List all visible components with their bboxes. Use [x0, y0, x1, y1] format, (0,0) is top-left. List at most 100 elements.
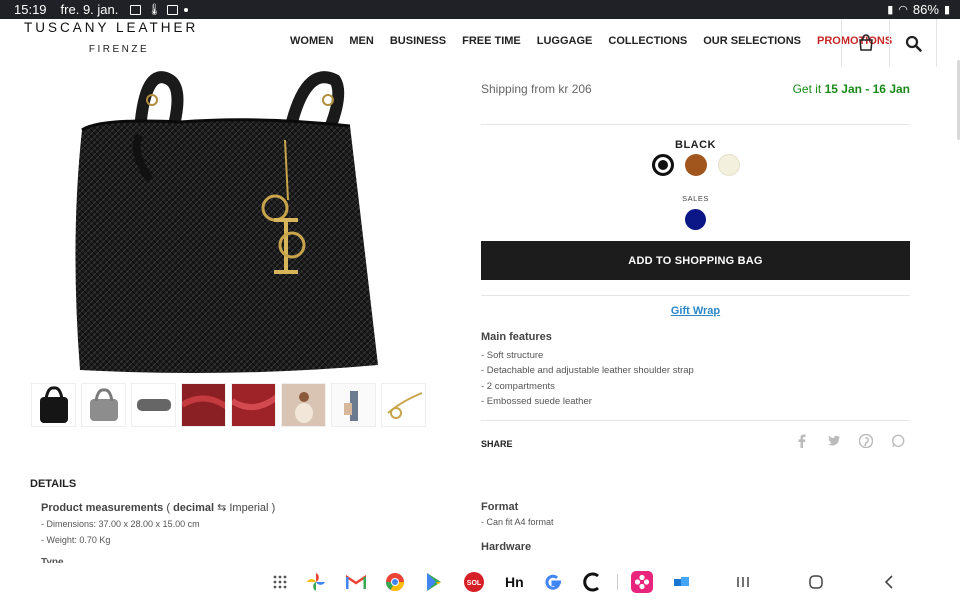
brand-logo[interactable]: TUSCANY LEATHER FIRENZE [24, 20, 214, 55]
nav-our-selections[interactable]: OUR SELECTIONS [703, 35, 801, 47]
main-nav: WOMEN MEN BUSINESS FREE TIME LUGGAGE COL… [290, 35, 892, 47]
battery-saver-icon: ▮ [887, 4, 894, 16]
swatch-black[interactable] [652, 154, 674, 176]
unit-imperial-option[interactable]: Imperial [229, 502, 268, 514]
swap-units-icon[interactable]: ⇆ [217, 502, 229, 514]
format-list: - Can fit A4 format [481, 517, 554, 527]
selected-color-label: BLACK [675, 139, 716, 151]
facebook-icon[interactable] [795, 434, 809, 448]
nav-free-time[interactable]: FREE TIME [462, 35, 521, 47]
divider [481, 420, 910, 421]
twitter-icon[interactable] [827, 434, 841, 448]
battery-icon: ▮ [943, 4, 950, 16]
format-title: Format [481, 501, 519, 513]
thumbnail-model [282, 384, 325, 426]
calendar-notification-icon [167, 4, 179, 15]
thumbnail-grey-bag [89, 388, 118, 421]
thumbnail-strip [31, 383, 426, 427]
thumbnail-8[interactable] [381, 383, 426, 427]
svg-text:SOL: SOL [467, 580, 482, 587]
shopping-bag-icon [858, 34, 873, 51]
thumbnail-side-view [136, 399, 171, 411]
format-item: - Can fit A4 format [481, 517, 554, 527]
cart-button[interactable] [841, 19, 889, 67]
hardware-title: Hardware [481, 541, 532, 553]
taskbar-separator [616, 571, 618, 593]
product-measurements-title: Product measurements ( decimal ⇆ Imperia… [41, 502, 276, 514]
nav-women[interactable]: WOMEN [290, 35, 333, 47]
feature-item: - Embossed suede leather [481, 396, 592, 408]
nav-business[interactable]: BUSINESS [390, 35, 446, 47]
app-drawer-icon[interactable] [269, 571, 291, 593]
measurement-item: - Weight: 0.70 Kg [41, 534, 111, 545]
product-main-image[interactable] [60, 60, 390, 375]
thumbnail-red-interior-2 [232, 384, 275, 426]
features-title: Main features [481, 331, 552, 343]
shipping-from: Shipping from kr 206 [481, 82, 592, 96]
app-blue-icon[interactable] [671, 571, 693, 593]
flower-app-icon[interactable] [631, 571, 653, 593]
nav-luggage[interactable]: LUGGAGE [537, 35, 593, 47]
feature-item: - 2 compartments [481, 380, 555, 392]
search-icon [905, 35, 922, 52]
sales-label: SALES [682, 194, 709, 203]
chrome-icon[interactable] [384, 571, 406, 593]
color-swatches [652, 154, 740, 176]
gallery-notification-icon [130, 4, 142, 15]
details-title: DETAILS [30, 478, 77, 490]
handbag-image [75, 71, 379, 374]
screen: 15:19 fre. 9. jan. 🌡 ▮ ◠ 86% ▮ TUSCANY L… [0, 0, 960, 600]
thumbnail-black-bag [39, 386, 68, 423]
swatch-cream[interactable] [718, 154, 740, 176]
thumbnail-model-side [332, 384, 375, 426]
recent-apps-icon[interactable] [732, 571, 754, 593]
gmail-icon[interactable] [345, 571, 367, 593]
swatch-brown[interactable] [685, 154, 707, 176]
swatch-sales-blue[interactable] [685, 209, 706, 230]
brand-city: FIRENZE [88, 44, 150, 55]
add-to-bag-button[interactable]: ADD TO SHOPPING BAG [481, 241, 910, 280]
share-icons [795, 434, 905, 448]
thumbnail-6[interactable] [281, 383, 326, 427]
thumbnail-5[interactable] [231, 383, 276, 427]
feature-item: - Soft structure [481, 350, 544, 361]
divider [481, 124, 910, 125]
shipping-info: Shipping from kr 206 Get it 15 Jan - 16 … [481, 82, 910, 96]
thumbnail-2[interactable] [81, 383, 126, 427]
thumbnail-4[interactable] [181, 383, 226, 427]
google-icon[interactable] [542, 571, 564, 593]
home-icon[interactable] [805, 571, 827, 593]
divider [481, 295, 910, 296]
battery-level: 86% [912, 2, 939, 17]
share-label: SHARE [481, 439, 513, 449]
thumbnail-charm [387, 392, 423, 419]
search-button[interactable] [889, 19, 937, 67]
unit-decimal-option[interactable]: decimal [173, 502, 214, 514]
hn-icon[interactable]: Hn [502, 571, 524, 593]
photos-icon[interactable] [305, 571, 327, 593]
nav-men[interactable]: MEN [349, 35, 373, 47]
back-icon[interactable] [878, 571, 900, 593]
measurement-item: - Dimensions: 37.00 x 28.00 x 15.00 cm [41, 519, 200, 529]
thumbnail-1[interactable] [31, 383, 76, 427]
play-store-icon[interactable] [423, 571, 445, 593]
delivery-prefix: Get it [792, 82, 822, 96]
gift-wrap-link[interactable]: Gift Wrap [481, 305, 910, 317]
more-notifications-icon [184, 7, 189, 12]
nav-collections[interactable]: COLLECTIONS [608, 35, 687, 47]
pinterest-icon[interactable] [859, 434, 873, 448]
android-taskbar: SOL Hn [0, 563, 960, 600]
sol-icon[interactable]: SOL [463, 571, 485, 593]
wifi-icon: ◠ [898, 4, 908, 16]
status-date: fre. 9. jan. [60, 2, 119, 17]
thumbnail-7[interactable] [331, 383, 376, 427]
feature-item: - Detachable and adjustable leather shou… [481, 365, 694, 377]
status-time: 15:19 [14, 2, 47, 17]
thumbnail-red-interior [182, 384, 225, 426]
c-app-icon[interactable] [581, 571, 603, 593]
measurements-list: - Dimensions: 37.00 x 28.00 x 15.00 cm -… [41, 517, 200, 548]
delivery-estimate: Get it 15 Jan - 16 Jan [793, 82, 910, 96]
thumbnail-3[interactable] [131, 383, 176, 427]
whatsapp-icon[interactable] [891, 434, 905, 448]
status-bar: 15:19 fre. 9. jan. 🌡 ▮ ◠ 86% ▮ [0, 0, 960, 19]
